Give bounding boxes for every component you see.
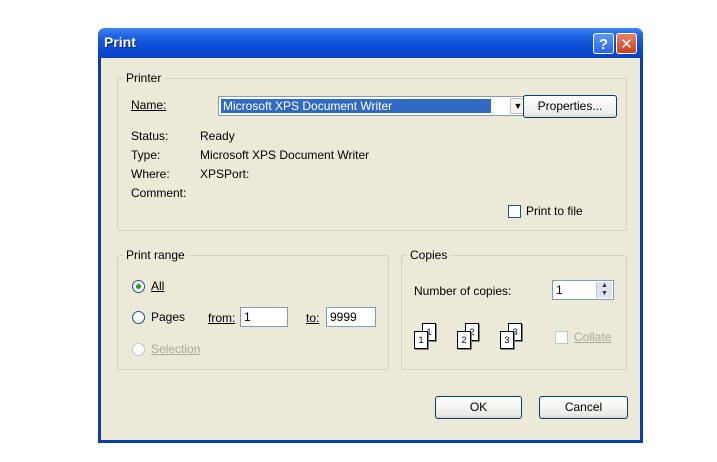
collate-label[interactable]: Collate xyxy=(574,330,611,344)
where-label: Where: xyxy=(131,167,170,181)
copies-value: 1 xyxy=(556,283,563,297)
from-field[interactable]: 1 xyxy=(240,307,288,327)
copies-legend: Copies xyxy=(410,248,448,262)
number-of-copies-label: Number of copies: xyxy=(414,284,512,298)
print-range-group: Print range All Pages from: 1 to: 9999 S… xyxy=(117,248,389,370)
pages-radio[interactable] xyxy=(132,311,145,324)
properties-button[interactable]: Properties... xyxy=(523,95,617,118)
printer-legend: Printer xyxy=(126,71,162,85)
printer-group: Printer Name: Microsoft XPS Document Wri… xyxy=(117,71,627,231)
spin-down-icon[interactable]: ▼ xyxy=(597,290,612,298)
window-title: Print xyxy=(104,34,136,50)
all-label[interactable]: All xyxy=(151,279,164,293)
ok-button[interactable]: OK xyxy=(435,396,522,419)
spin-buttons[interactable]: ▲ ▼ xyxy=(596,282,612,298)
title-bar[interactable]: Print ? ✕ xyxy=(98,28,643,58)
from-label: from: xyxy=(208,311,236,325)
spin-up-icon[interactable]: ▲ xyxy=(597,282,612,290)
type-label: Type: xyxy=(131,148,161,162)
printer-name-value: Microsoft XPS Document Writer xyxy=(221,99,491,113)
comment-label: Comment: xyxy=(131,186,187,200)
print-range-legend: Print range xyxy=(126,248,185,262)
help-icon[interactable]: ? xyxy=(593,33,614,54)
printer-name-select[interactable]: Microsoft XPS Document Writer ▼ xyxy=(218,96,528,116)
selection-label[interactable]: Selection xyxy=(151,342,200,356)
print-to-file-label[interactable]: Print to file xyxy=(526,204,583,218)
collate-page-icon: 2 xyxy=(457,331,471,349)
status-label: Status: xyxy=(131,129,169,143)
all-radio[interactable] xyxy=(132,280,145,293)
collate-page-icon: 1 xyxy=(414,331,428,349)
selection-radio[interactable] xyxy=(132,343,145,356)
copies-group: Copies Number of copies: 1 ▲ ▼ 1 1 2 2 3… xyxy=(401,248,627,370)
copies-stepper[interactable]: 1 ▲ ▼ xyxy=(552,280,614,300)
collate-page-icon: 3 xyxy=(500,331,514,349)
type-value: Microsoft XPS Document Writer xyxy=(200,148,370,162)
to-label: to: xyxy=(306,311,320,325)
to-field[interactable]: 9999 xyxy=(326,307,376,327)
print-dialog: Print ? ✕ Printer Name: Microsoft XPS Do… xyxy=(98,28,643,443)
pages-label[interactable]: Pages xyxy=(151,310,185,324)
collate-checkbox[interactable] xyxy=(555,331,568,344)
collate-pages-icon: 1 1 2 2 3 3 xyxy=(414,319,544,351)
dialog-body: Printer Name: Microsoft XPS Document Wri… xyxy=(101,58,640,440)
name-label: Name: xyxy=(131,98,167,112)
print-to-file-checkbox[interactable] xyxy=(508,205,521,218)
cancel-button[interactable]: Cancel xyxy=(539,396,628,419)
where-value: XPSPort: xyxy=(200,167,250,181)
close-icon[interactable]: ✕ xyxy=(616,33,637,54)
status-value: Ready xyxy=(200,129,235,143)
